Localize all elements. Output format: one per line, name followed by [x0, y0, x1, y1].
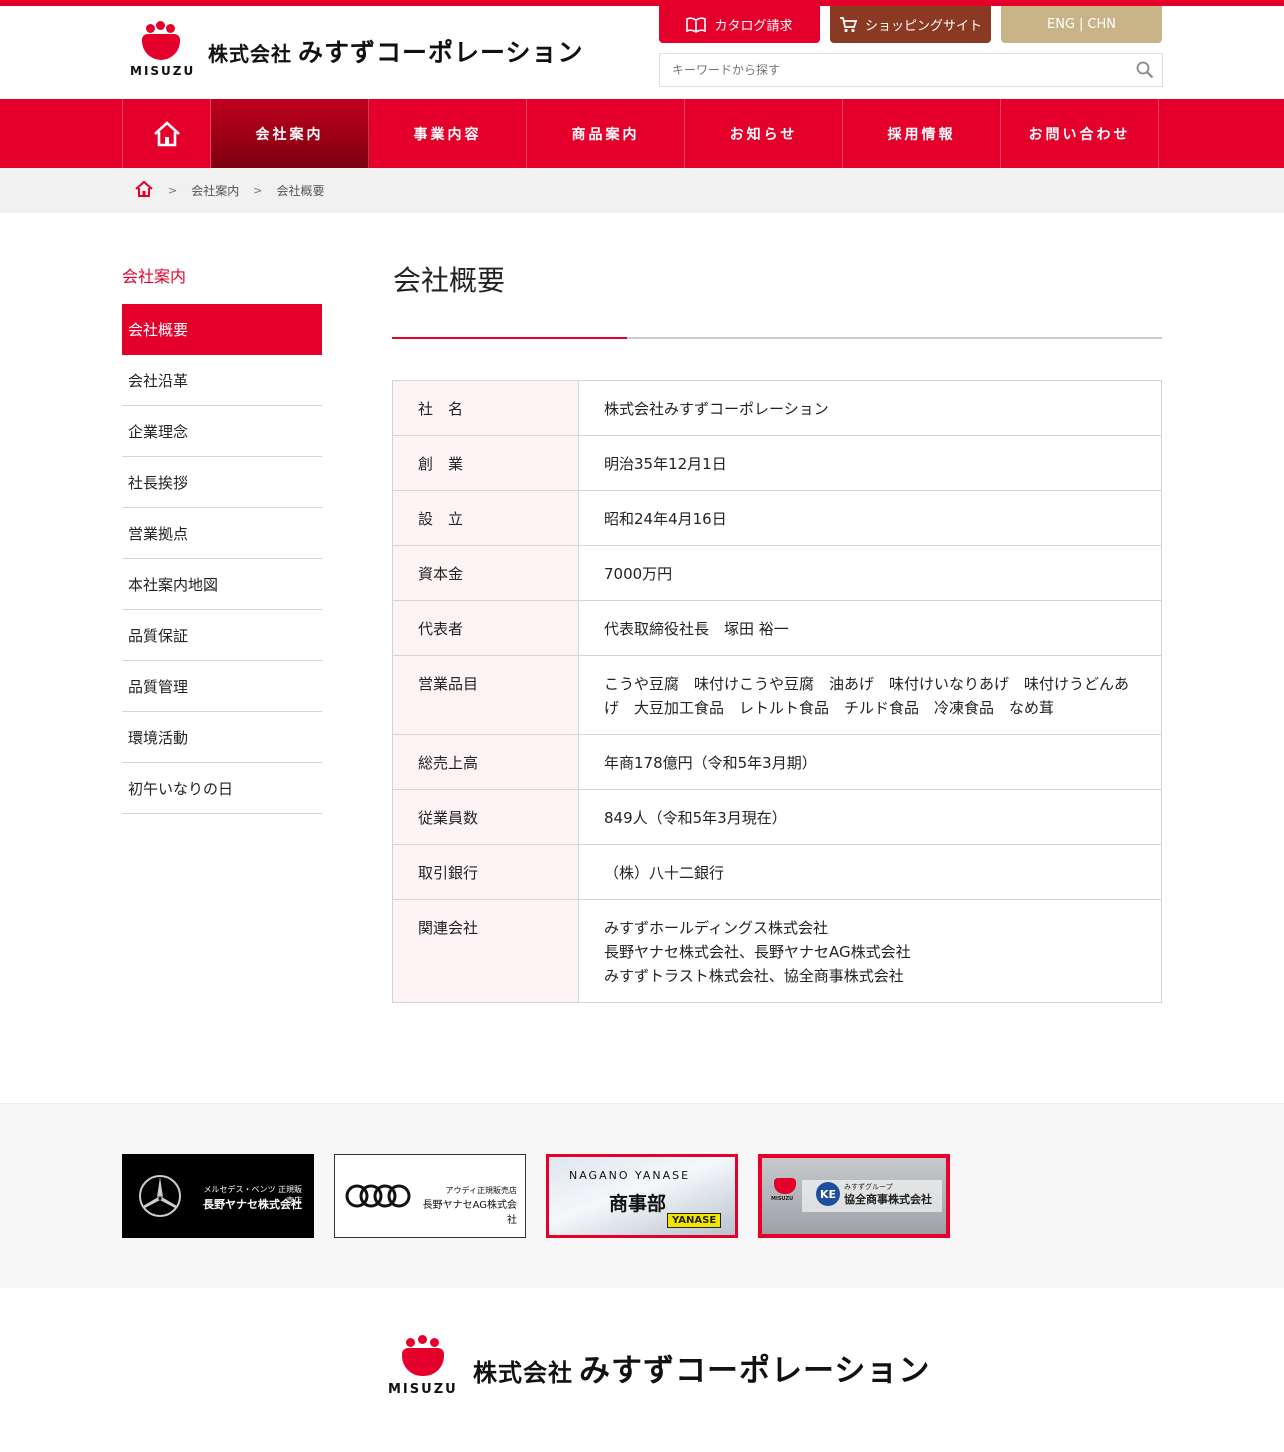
- breadcrumb-home-icon[interactable]: [134, 180, 154, 201]
- search-input[interactable]: [660, 54, 1128, 86]
- site-footer: MISUZU 株式会社 みすずコーポレーション: [0, 1288, 1284, 1452]
- company-name: 株式会社 みすずコーポレーション: [208, 38, 584, 67]
- breadcrumb-company[interactable]: 会社案内: [191, 182, 239, 199]
- table-row: 取引銀行 （株）八十二銀行: [392, 844, 1162, 900]
- row-label: 設 立: [392, 490, 579, 546]
- row-label: 総売上高: [392, 734, 579, 790]
- nav-products[interactable]: 商品案内: [527, 99, 685, 168]
- row-label: 営業品目: [392, 655, 579, 735]
- sidebar-item-quality-assurance[interactable]: 品質保証: [122, 610, 322, 661]
- table-row: 設 立昭和24年4月16日: [392, 490, 1162, 546]
- row-label: 創 業: [392, 435, 579, 491]
- table-row: 創 業明治35年12月1日: [392, 435, 1162, 491]
- breadcrumb-separator: >: [253, 184, 263, 197]
- sidebar-title: 会社案内: [122, 267, 187, 286]
- main-content: 会社案内 会社概要 会社沿革 企業理念 社長挨拶 営業拠点 本社案内地図 品質保…: [0, 213, 1284, 1103]
- audi-rings-icon: [345, 1184, 411, 1208]
- sidebar-menu: 会社概要 会社沿革 企業理念 社長挨拶 営業拠点 本社案内地図 品質保証 品質管…: [122, 304, 322, 814]
- row-value: 株式会社みすずコーポレーション: [578, 380, 1162, 436]
- nav-recruit[interactable]: 採用情報: [843, 99, 1001, 168]
- breadcrumb: > 会社案内 > 会社概要: [0, 168, 1284, 213]
- global-nav: 会社案内 事業内容 商品案内 お知らせ 採用情報 お問い合わせ: [0, 99, 1284, 168]
- company-info-table: 社 名株式会社みすずコーポレーション 創 業明治35年12月1日 設 立昭和24…: [392, 380, 1162, 1003]
- table-row: 総売上高 年商178億円（令和5年3月期）: [392, 734, 1162, 790]
- row-value: 代表取締役社長 塚田 裕一: [578, 600, 1162, 656]
- misuzu-logo-mark: [774, 1178, 796, 1194]
- banner-mercedes-yanase[interactable]: メルセデス・ベンツ 正規販売店 長野ヤナセ株式会社: [122, 1154, 314, 1238]
- nav-news[interactable]: お知らせ: [685, 99, 843, 168]
- row-value: 年商178億円（令和5年3月期）: [578, 734, 1162, 790]
- site-header: MISUZU 株式会社 みすずコーポレーション カタログ請求 ショッピングサイト …: [0, 6, 1284, 99]
- row-label: 資本金: [392, 545, 579, 601]
- shopping-site-button[interactable]: ショッピングサイト: [830, 6, 991, 43]
- row-label: 代表者: [392, 600, 579, 656]
- nav-home[interactable]: [123, 99, 211, 168]
- related-company-line: みすずトラスト株式会社、協全商事株式会社: [604, 967, 904, 985]
- table-row: 従業員数 849人（令和5年3月現在）: [392, 789, 1162, 845]
- search-icon[interactable]: [1128, 54, 1162, 86]
- row-label: 従業員数: [392, 789, 579, 845]
- row-value: 849人（令和5年3月現在）: [578, 789, 1162, 845]
- row-value: 明治35年12月1日: [578, 435, 1162, 491]
- sidebar-item-philosophy[interactable]: 企業理念: [122, 406, 322, 457]
- book-icon: [686, 16, 707, 33]
- related-company-line: みすずホールディングス株式会社: [604, 919, 828, 937]
- lang-eng-link[interactable]: ENG: [1047, 17, 1075, 32]
- sidebar-item-president-message[interactable]: 社長挨拶: [122, 457, 322, 508]
- footer-logo[interactable]: MISUZU 株式会社 みすずコーポレーション: [388, 1335, 931, 1397]
- nav-business[interactable]: 事業内容: [369, 99, 527, 168]
- related-company-line: 長野ヤナセ株式会社、長野ヤナセAG株式会社: [604, 943, 911, 961]
- nav-contact[interactable]: お問い合わせ: [1001, 99, 1159, 168]
- misuzu-logo-mark: MISUZU: [388, 1335, 458, 1397]
- home-icon: [153, 120, 180, 146]
- row-value: （株）八十二銀行: [578, 844, 1162, 900]
- kyozen-emblem-icon: KE: [816, 1182, 840, 1206]
- language-switcher: ENG | CHN: [1001, 6, 1162, 43]
- sidebar-item-hq-map[interactable]: 本社案内地図: [122, 559, 322, 610]
- row-value: みすずホールディングス株式会社 長野ヤナセ株式会社、長野ヤナセAG株式会社 みす…: [578, 899, 1162, 1003]
- table-row: 資本金 7000万円: [392, 545, 1162, 601]
- table-row: 営業品目 こうや豆腐 味付けこうや豆腐 油あげ 味付けいなりあげ 味付けうどんあげ…: [392, 655, 1162, 735]
- banner-audi-yanase-ag[interactable]: アウディ正規販売店 長野ヤナセAG株式会社: [334, 1154, 526, 1238]
- sidebar-item-offices[interactable]: 営業拠点: [122, 508, 322, 559]
- row-label: 社 名: [392, 380, 579, 436]
- sidebar-item-environment[interactable]: 環境活動: [122, 712, 322, 763]
- row-value: 7000万円: [578, 545, 1162, 601]
- table-row: 代表者 代表取締役社長 塚田 裕一: [392, 600, 1162, 656]
- table-row: 関連会社 みすずホールディングス株式会社 長野ヤナセ株式会社、長野ヤナセAG株式…: [392, 899, 1162, 1003]
- sidebar-item-hatsuuma-inari-day[interactable]: 初午いなりの日: [122, 763, 322, 814]
- row-value: 昭和24年4月16日: [578, 490, 1162, 546]
- group-banners: メルセデス・ベンツ 正規販売店 長野ヤナセ株式会社 アウディ正規販売店 長野ヤナ…: [0, 1103, 1284, 1288]
- row-label: 取引銀行: [392, 844, 579, 900]
- nav-company[interactable]: 会社案内: [211, 99, 369, 168]
- title-divider: [392, 337, 1162, 339]
- table-row: 社 名株式会社みすずコーポレーション: [392, 380, 1162, 436]
- catalog-request-button[interactable]: カタログ請求: [659, 6, 820, 43]
- row-label: 関連会社: [392, 899, 579, 1003]
- sidebar-item-history[interactable]: 会社沿革: [122, 355, 322, 406]
- page-title: 会社概要: [393, 264, 506, 297]
- banner-kyozen-shoji[interactable]: MISUZU KE みすずグループ 協全商事株式会社: [758, 1154, 950, 1238]
- breadcrumb-separator: >: [168, 184, 178, 197]
- sidebar-item-quality-control[interactable]: 品質管理: [122, 661, 322, 712]
- mercedes-star-icon: [139, 1175, 181, 1217]
- lang-chn-link[interactable]: CHN: [1087, 17, 1116, 32]
- cart-icon: [839, 16, 857, 32]
- breadcrumb-current: 会社概要: [276, 184, 325, 198]
- row-value: こうや豆腐 味付けこうや豆腐 油あげ 味付けいなりあげ 味付けうどんあげ 大豆加…: [578, 655, 1162, 735]
- misuzu-logo-mark: MISUZU: [130, 21, 193, 78]
- sidebar-item-overview[interactable]: 会社概要: [122, 304, 322, 355]
- search-box: [659, 53, 1163, 87]
- footer-company-name: 株式会社 みすずコーポレーション: [473, 1352, 931, 1389]
- banner-nagano-yanase-trading[interactable]: NAGANO YANASE 商事部 YANASE: [546, 1154, 738, 1238]
- site-logo[interactable]: MISUZU 株式会社 みすずコーポレーション: [130, 21, 584, 78]
- lang-separator: |: [1079, 17, 1084, 32]
